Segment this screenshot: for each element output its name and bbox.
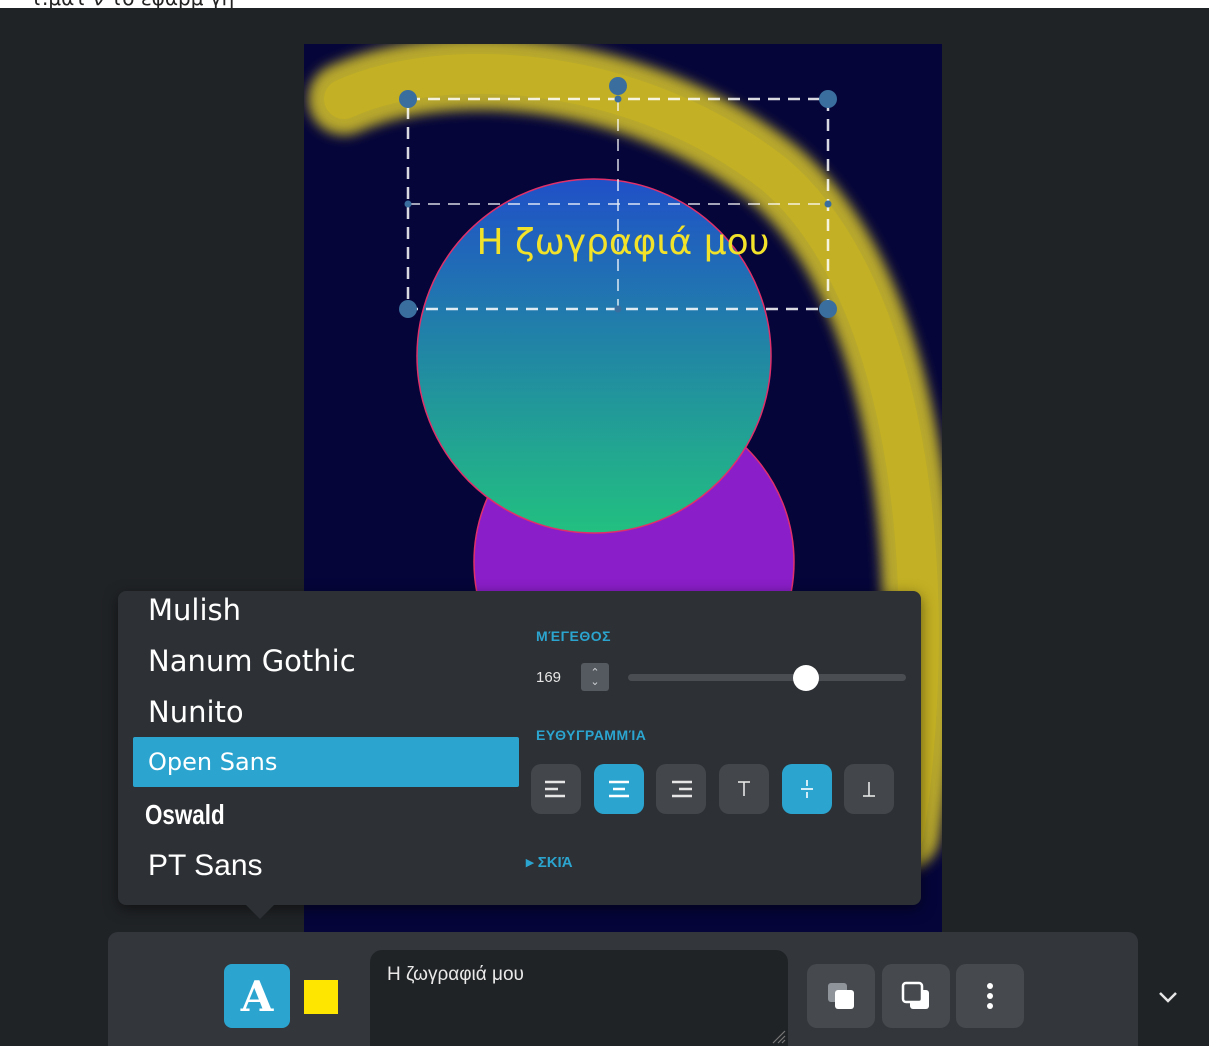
gradient-circle (416, 178, 772, 534)
send-backward-icon (901, 981, 929, 1009)
text-content-input[interactable]: Η ζωγραφιά μου (370, 950, 788, 1046)
align-top-icon (738, 781, 750, 796)
bottom-toolbar: A Η ζωγραφιά μου (108, 932, 1138, 1046)
align-middle-icon (801, 780, 813, 798)
font-list[interactable]: Mulish Nanum Gothic Nunito Open Sans Osw… (118, 591, 528, 905)
align-left-icon (545, 780, 565, 798)
font-item-mulish[interactable]: Mulish (133, 591, 519, 635)
size-slider[interactable] (628, 665, 906, 691)
text-color-swatch[interactable] (304, 980, 338, 1014)
text-mode-button[interactable]: A (224, 964, 290, 1028)
text-content-value: Η ζωγραφιά μου (387, 964, 524, 985)
font-item-pt-sans[interactable]: PT Sans (133, 841, 519, 891)
send-backward-button[interactable] (882, 964, 950, 1028)
size-value[interactable]: 169 (536, 669, 561, 686)
align-top-button[interactable] (719, 764, 769, 814)
size-slider-thumb[interactable] (792, 665, 819, 691)
align-right-button[interactable] (656, 764, 706, 814)
font-item-nanum-gothic[interactable]: Nanum Gothic (133, 636, 519, 686)
align-bottom-button[interactable] (844, 764, 894, 814)
bring-forward-icon (828, 983, 854, 1009)
font-settings-panel: Mulish Nanum Gothic Nunito Open Sans Osw… (118, 591, 921, 919)
resize-grip-icon[interactable] (772, 1030, 786, 1044)
top-strip-text: τ.ματ ν το εφαρμ γή (30, 0, 234, 8)
align-right-icon (672, 780, 692, 798)
align-left-button[interactable] (531, 764, 581, 814)
more-options-button[interactable] (956, 964, 1024, 1028)
alignment-label: ΕΥΘΥΓΡΑΜΜΊΑ (536, 727, 647, 743)
chevron-down-icon (1159, 992, 1177, 1003)
top-text-strip: τ.ματ ν το εφαρμ γή (0, 0, 1209, 8)
size-spinner[interactable]: ⌃ ⌄ (581, 663, 609, 691)
align-center-button[interactable] (594, 764, 644, 814)
chevron-down-icon[interactable]: ⌄ (590, 676, 599, 687)
size-label: ΜΈΓΕΘΟΣ (536, 628, 612, 644)
font-item-nunito[interactable]: Nunito (133, 687, 519, 737)
collapse-toolbar-button[interactable] (1153, 982, 1183, 1012)
more-options-icon (987, 983, 993, 1009)
font-item-oswald[interactable]: Oswald (133, 790, 442, 840)
align-middle-button[interactable] (782, 764, 832, 814)
panel-pointer (246, 905, 274, 919)
bring-forward-button[interactable] (807, 964, 875, 1028)
align-bottom-icon (863, 782, 875, 797)
font-item-open-sans[interactable]: Open Sans (133, 737, 519, 787)
shadow-section-toggle[interactable]: ▸ ΣΚΙΆ (526, 853, 573, 871)
align-center-icon (609, 780, 629, 798)
